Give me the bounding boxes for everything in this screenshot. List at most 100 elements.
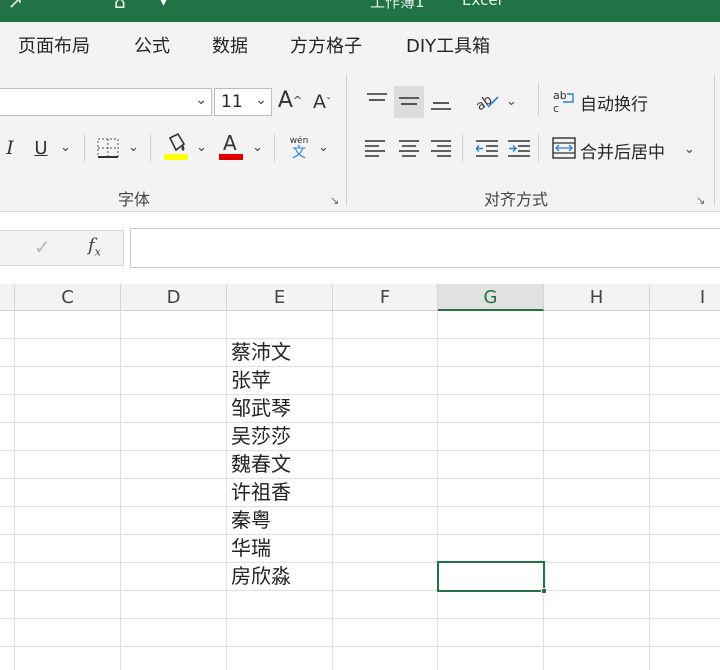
cell[interactable] <box>0 507 15 535</box>
cell[interactable] <box>650 451 720 479</box>
active-cell-selection[interactable] <box>437 561 545 592</box>
cell[interactable] <box>227 647 333 670</box>
cell[interactable] <box>650 423 720 451</box>
formula-input[interactable] <box>130 228 720 268</box>
column-header-i[interactable]: I <box>650 284 720 311</box>
cell[interactable] <box>333 479 438 507</box>
cell-name-value[interactable]: 华瑞 <box>227 535 333 563</box>
phonetic-guide-icon[interactable]: wén 文 <box>284 132 314 164</box>
increase-indent-icon[interactable] <box>506 134 532 162</box>
cell[interactable] <box>0 479 15 507</box>
enter-check-icon[interactable]: ✓ <box>34 235 51 259</box>
cell[interactable] <box>121 535 227 563</box>
cell[interactable] <box>0 367 15 395</box>
orientation-icon[interactable]: ab <box>472 86 502 116</box>
cell[interactable] <box>544 647 650 670</box>
cell[interactable] <box>0 619 15 647</box>
cell[interactable] <box>438 479 544 507</box>
font-size-combo[interactable]: 11 ⌄ <box>214 88 272 116</box>
cell[interactable] <box>0 311 15 339</box>
cell-name-value[interactable]: 魏春文 <box>227 451 333 479</box>
chevron-down-icon[interactable]: ⌄ <box>318 140 329 155</box>
cell[interactable] <box>121 563 227 591</box>
cell[interactable] <box>0 339 15 367</box>
cell[interactable] <box>15 367 121 395</box>
fill-handle[interactable] <box>541 588 547 594</box>
cell[interactable] <box>121 507 227 535</box>
increase-font-size-icon[interactable]: A ^ <box>278 86 302 114</box>
column-header-g[interactable]: G <box>438 284 544 311</box>
merge-center-button[interactable]: 合并后居中 <box>580 138 665 163</box>
cell[interactable] <box>544 535 650 563</box>
chevron-down-icon[interactable]: ⌄ <box>60 140 71 155</box>
touch-mode-icon[interactable]: ⌂ <box>114 0 125 13</box>
tab-formulas[interactable]: 公式 <box>134 32 170 58</box>
cell[interactable] <box>0 451 15 479</box>
column-header-h[interactable]: H <box>544 284 650 311</box>
align-bottom-icon[interactable] <box>426 88 456 118</box>
cell-name-value[interactable]: 秦粤 <box>227 507 333 535</box>
cell-name-value[interactable]: 房欣淼 <box>227 563 333 591</box>
column-header-e[interactable]: E <box>227 284 333 311</box>
cell[interactable] <box>333 535 438 563</box>
underline-icon[interactable]: U <box>30 134 52 162</box>
cell[interactable] <box>544 563 650 591</box>
cell[interactable] <box>15 535 121 563</box>
cell[interactable] <box>544 367 650 395</box>
cell[interactable] <box>438 647 544 670</box>
cell[interactable] <box>650 507 720 535</box>
wrap-text-icon[interactable]: ab c <box>552 86 578 116</box>
decrease-indent-icon[interactable] <box>474 134 500 162</box>
cell-name-value[interactable]: 邹武琴 <box>227 395 333 423</box>
cell[interactable] <box>650 619 720 647</box>
cell[interactable] <box>544 619 650 647</box>
align-left-icon[interactable] <box>362 134 388 162</box>
cell[interactable] <box>438 367 544 395</box>
chevron-down-icon[interactable]: ⌄ <box>684 142 695 157</box>
cell[interactable] <box>650 591 720 619</box>
cell[interactable] <box>333 311 438 339</box>
merge-center-icon[interactable] <box>552 134 576 162</box>
cell[interactable] <box>438 423 544 451</box>
cell[interactable] <box>333 451 438 479</box>
cell[interactable] <box>121 395 227 423</box>
cell[interactable] <box>650 311 720 339</box>
cell[interactable] <box>0 395 15 423</box>
cell[interactable] <box>15 423 121 451</box>
font-name-combo[interactable]: ⌄ <box>0 88 212 116</box>
cell[interactable] <box>544 423 650 451</box>
cell[interactable] <box>544 507 650 535</box>
chevron-down-icon[interactable]: ⌄ <box>196 140 207 155</box>
cell[interactable] <box>0 423 15 451</box>
cell[interactable] <box>121 451 227 479</box>
cell[interactable] <box>333 563 438 591</box>
cell[interactable] <box>438 507 544 535</box>
column-header-partial[interactable] <box>0 284 15 311</box>
chevron-down-icon[interactable]: ⌄ <box>255 92 267 108</box>
cell[interactable] <box>650 535 720 563</box>
cell[interactable] <box>15 507 121 535</box>
cell[interactable] <box>544 311 650 339</box>
cell[interactable] <box>15 451 121 479</box>
tab-page-layout[interactable]: 页面布局 <box>18 32 90 58</box>
cell[interactable] <box>15 311 121 339</box>
cell[interactable] <box>15 395 121 423</box>
font-dialog-launcher-icon[interactable]: ↘ <box>330 194 339 207</box>
cell-name-value[interactable]: 许祖香 <box>227 479 333 507</box>
cell[interactable] <box>438 591 544 619</box>
cell[interactable] <box>15 591 121 619</box>
cell[interactable] <box>438 311 544 339</box>
cell[interactable] <box>121 311 227 339</box>
cell[interactable] <box>438 451 544 479</box>
cell[interactable] <box>650 395 720 423</box>
redo-icon[interactable]: ↗ <box>8 0 23 13</box>
cell[interactable] <box>227 591 333 619</box>
column-header-c[interactable]: C <box>15 284 121 311</box>
cell[interactable] <box>121 423 227 451</box>
cell[interactable] <box>438 535 544 563</box>
cell[interactable] <box>333 507 438 535</box>
cell[interactable] <box>650 647 720 670</box>
cell[interactable] <box>544 591 650 619</box>
cell[interactable] <box>544 395 650 423</box>
italic-icon[interactable]: I <box>2 134 18 162</box>
